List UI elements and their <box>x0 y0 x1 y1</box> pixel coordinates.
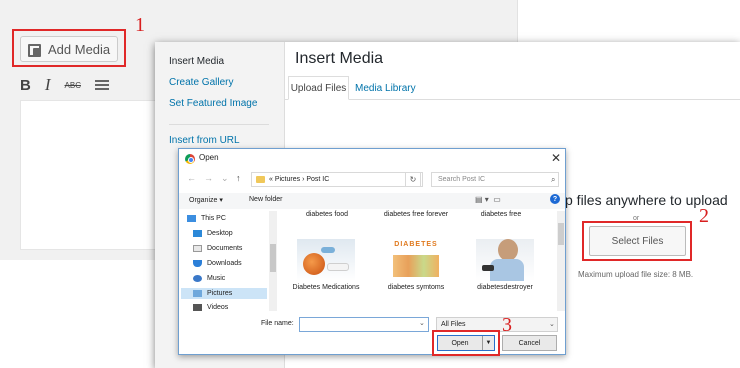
forward-arrow-icon[interactable]: → <box>204 173 213 183</box>
open-file-dialog: Open ✕ ← → ⌄ ↑ « Pictures › Post IC ↻ Se… <box>178 148 566 356</box>
file-item-diabetes-free[interactable]: diabetes free <box>466 211 536 219</box>
address-path-box[interactable]: « Pictures › Post IC <box>251 172 423 187</box>
download-icon <box>193 260 202 267</box>
navigation-pane: This PC Desktop Documents Downloads Musi… <box>179 211 278 311</box>
bullet-list-icon[interactable] <box>94 79 109 91</box>
up-arrow-icon[interactable]: ↑ <box>236 173 241 183</box>
search-icon[interactable]: ⌕ <box>551 175 555 185</box>
file-list-pane: diabetes food diabetes free forever diab… <box>280 211 556 311</box>
recent-locations-icon[interactable]: ⌄ <box>221 173 229 184</box>
menu-item-set-featured-image[interactable]: Set Featured Image <box>169 98 257 109</box>
refresh-icon[interactable]: ↻ <box>405 172 421 187</box>
search-input[interactable]: Search Post IC <box>431 172 559 187</box>
annotation-step-1: 1 <box>135 14 145 36</box>
tab-media-library[interactable]: Media Library <box>355 76 416 100</box>
file-label-diabetes-symtoms[interactable]: diabetes symtoms <box>381 284 451 292</box>
nav-item-this-pc[interactable]: This PC <box>187 215 226 222</box>
documents-icon <box>193 245 202 252</box>
chevron-down-icon[interactable]: ⌄ <box>549 320 555 328</box>
address-bar-row: ← → ⌄ ↑ « Pictures › Post IC ↻ Search Po… <box>179 169 565 191</box>
chevron-down-icon[interactable]: ⌄ <box>419 319 425 327</box>
thumbnail-diabetesdestroyer[interactable] <box>476 239 534 281</box>
strikethrough-button[interactable]: ABC <box>65 81 81 90</box>
chrome-icon <box>185 154 195 164</box>
screenshot-stage: Add Media 1 B I ABC Insert Media Create … <box>0 0 740 368</box>
folder-icon <box>256 176 265 183</box>
file-item-diabetes-free-forever[interactable]: diabetes free forever <box>381 211 451 219</box>
nav-item-music[interactable]: Music <box>193 275 225 282</box>
menu-item-create-gallery[interactable]: Create Gallery <box>169 77 233 88</box>
close-icon[interactable]: ✕ <box>551 151 561 165</box>
annotation-step-3: 3 <box>502 314 512 336</box>
view-options-icon[interactable]: ▤ ▾ ▭ <box>475 195 501 204</box>
annotation-step-2: 2 <box>699 205 709 227</box>
thumbnail-diabetes-medications[interactable] <box>297 239 355 281</box>
file-item-diabetes-food[interactable]: diabetes food <box>292 211 362 219</box>
dialog-title: Open <box>199 153 219 162</box>
nav-item-videos[interactable]: Videos <box>193 304 228 311</box>
address-path: « Pictures › Post IC <box>269 176 330 183</box>
nav-item-pictures[interactable]: Pictures <box>181 288 267 299</box>
thumbnail-diabetes-symtoms[interactable]: DIABETES <box>387 239 445 281</box>
open-dropdown-icon[interactable]: ▼ <box>482 336 494 350</box>
menu-item-insert-from-url[interactable]: Insert from URL <box>169 135 240 146</box>
organize-menu[interactable]: Organize ▾ <box>189 196 223 204</box>
editor-toolbar: B I ABC <box>20 72 160 98</box>
command-bar: Organize ▾ New folder ▤ ▾ ▭ ? <box>179 193 565 209</box>
menu-separator <box>169 124 269 125</box>
file-name-label: File name: <box>261 320 294 327</box>
file-label-diabetes-medications[interactable]: Diabetes Medications <box>291 284 361 292</box>
cancel-button[interactable]: Cancel <box>502 335 557 351</box>
computer-icon <box>187 215 196 222</box>
nav-item-desktop[interactable]: Desktop <box>193 230 233 237</box>
nav-pane-scroll-thumb[interactable] <box>270 244 276 272</box>
dialog-titlebar: Open ✕ <box>179 149 565 169</box>
open-button-label: Open <box>451 339 469 347</box>
back-arrow-icon[interactable]: ← <box>187 173 196 183</box>
bold-button[interactable]: B <box>20 77 31 94</box>
select-files-button[interactable]: Select Files <box>589 226 686 256</box>
help-icon[interactable]: ? <box>550 194 560 204</box>
videos-icon <box>193 304 202 311</box>
italic-button[interactable]: I <box>45 75 51 95</box>
menu-item-insert-media[interactable]: Insert Media <box>169 56 224 67</box>
music-icon <box>193 275 202 282</box>
tab-upload-files[interactable]: Upload Files <box>288 76 349 100</box>
new-folder-button[interactable]: New folder <box>249 196 282 203</box>
annotation-box-add-media <box>12 29 126 67</box>
nav-item-documents[interactable]: Documents <box>193 245 242 252</box>
nav-item-downloads[interactable]: Downloads <box>193 260 242 267</box>
open-button[interactable]: Open ▼ <box>437 335 495 351</box>
file-name-input[interactable] <box>299 317 429 332</box>
pictures-icon <box>193 290 202 297</box>
max-upload-size-note: Maximum upload file size: 8 MB. <box>578 270 694 279</box>
file-list-scroll-thumb[interactable] <box>558 223 564 245</box>
modal-title: Insert Media <box>295 50 384 67</box>
tabs-divider <box>285 99 740 100</box>
desktop-icon <box>193 230 202 237</box>
file-label-diabetesdestroyer[interactable]: diabetesdestroyer <box>470 284 540 292</box>
